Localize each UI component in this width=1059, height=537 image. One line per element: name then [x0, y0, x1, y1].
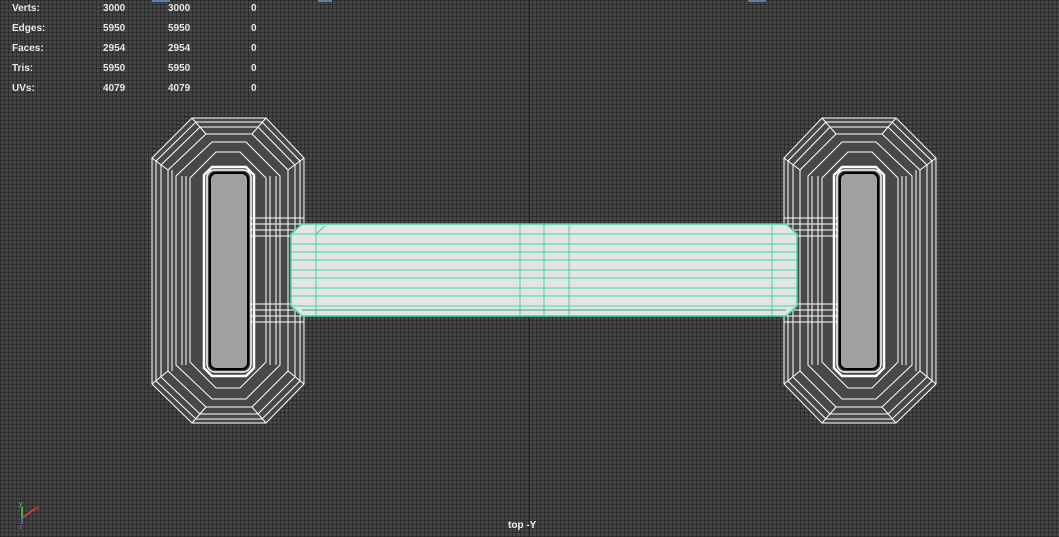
x-axis-label: x — [36, 505, 40, 512]
y-axis-label: y — [19, 501, 23, 508]
camera-view-label: top -Y — [508, 520, 537, 531]
left-weight-plate[interactable] — [151, 117, 305, 424]
right-weight-plate[interactable] — [783, 117, 937, 424]
z-axis-label: z — [19, 524, 23, 530]
x-axis-line — [21, 507, 37, 519]
selected-handle-bar[interactable] — [290, 223, 798, 317]
axis-gizmo: y x z — [12, 500, 46, 531]
dumbbell-mesh[interactable] — [0, 0, 1059, 537]
